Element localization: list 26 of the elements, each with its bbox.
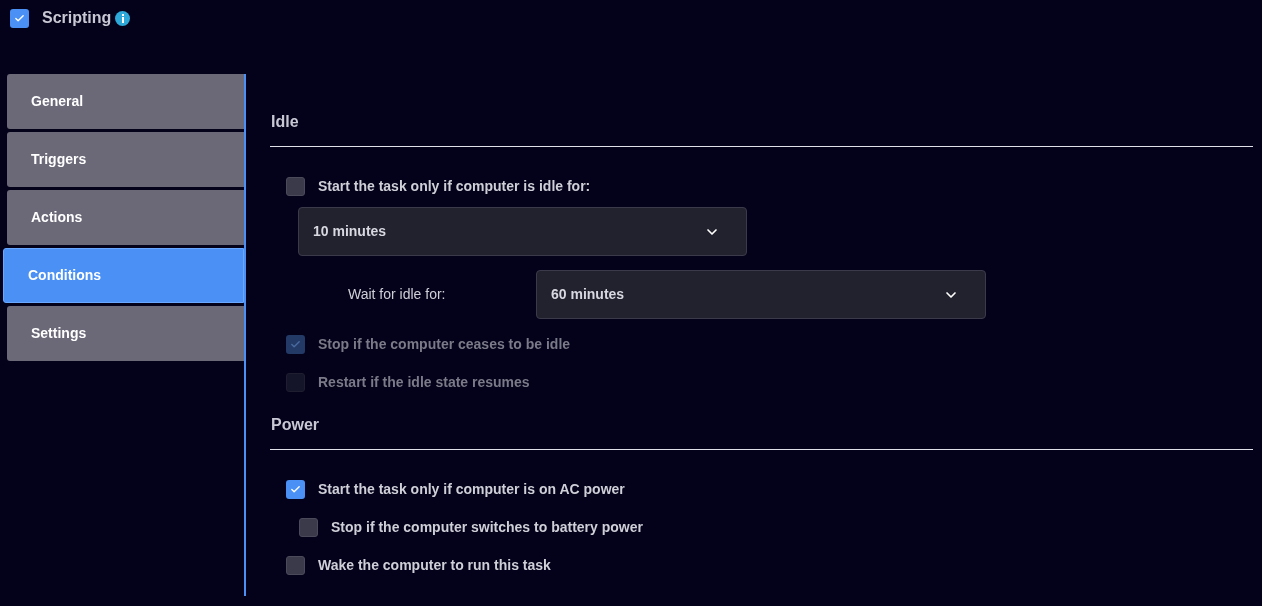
tab[interactable]: Conditions (3, 248, 244, 303)
checkbox[interactable] (10, 8, 29, 28)
tab[interactable]: General (7, 74, 244, 129)
option-label: Start the task only if computer is on AC power (318, 479, 625, 499)
check-icon (290, 338, 301, 350)
tab[interactable]: Actions (7, 190, 244, 245)
option-label: Stop if the computer switches to battery power (331, 517, 643, 537)
info-icon[interactable] (115, 10, 131, 26)
checkbox[interactable] (286, 555, 305, 575)
option-label: Wake the computer to run this task (318, 555, 551, 575)
section-heading: Power (271, 416, 319, 433)
page-title: Scripting (42, 8, 112, 28)
check-icon (290, 483, 301, 495)
dropdown[interactable]: 10 minutes (298, 207, 747, 256)
option-label: Restart if the idle state resumes (318, 372, 530, 392)
option-label: Stop if the computer ceases to be idle (318, 334, 571, 354)
option-label: Start the task only if computer is idle for: (318, 176, 591, 196)
check-icon (14, 12, 25, 24)
checkbox[interactable] (286, 176, 305, 196)
field-label: Wait for idle for: (348, 285, 447, 304)
tab[interactable]: Settings (7, 306, 244, 361)
dropdown[interactable]: 60 minutes (536, 270, 986, 319)
section-heading: Idle (271, 113, 299, 130)
checkbox[interactable] (299, 517, 318, 537)
tab[interactable]: Triggers (7, 132, 244, 187)
checkbox[interactable] (286, 479, 305, 499)
